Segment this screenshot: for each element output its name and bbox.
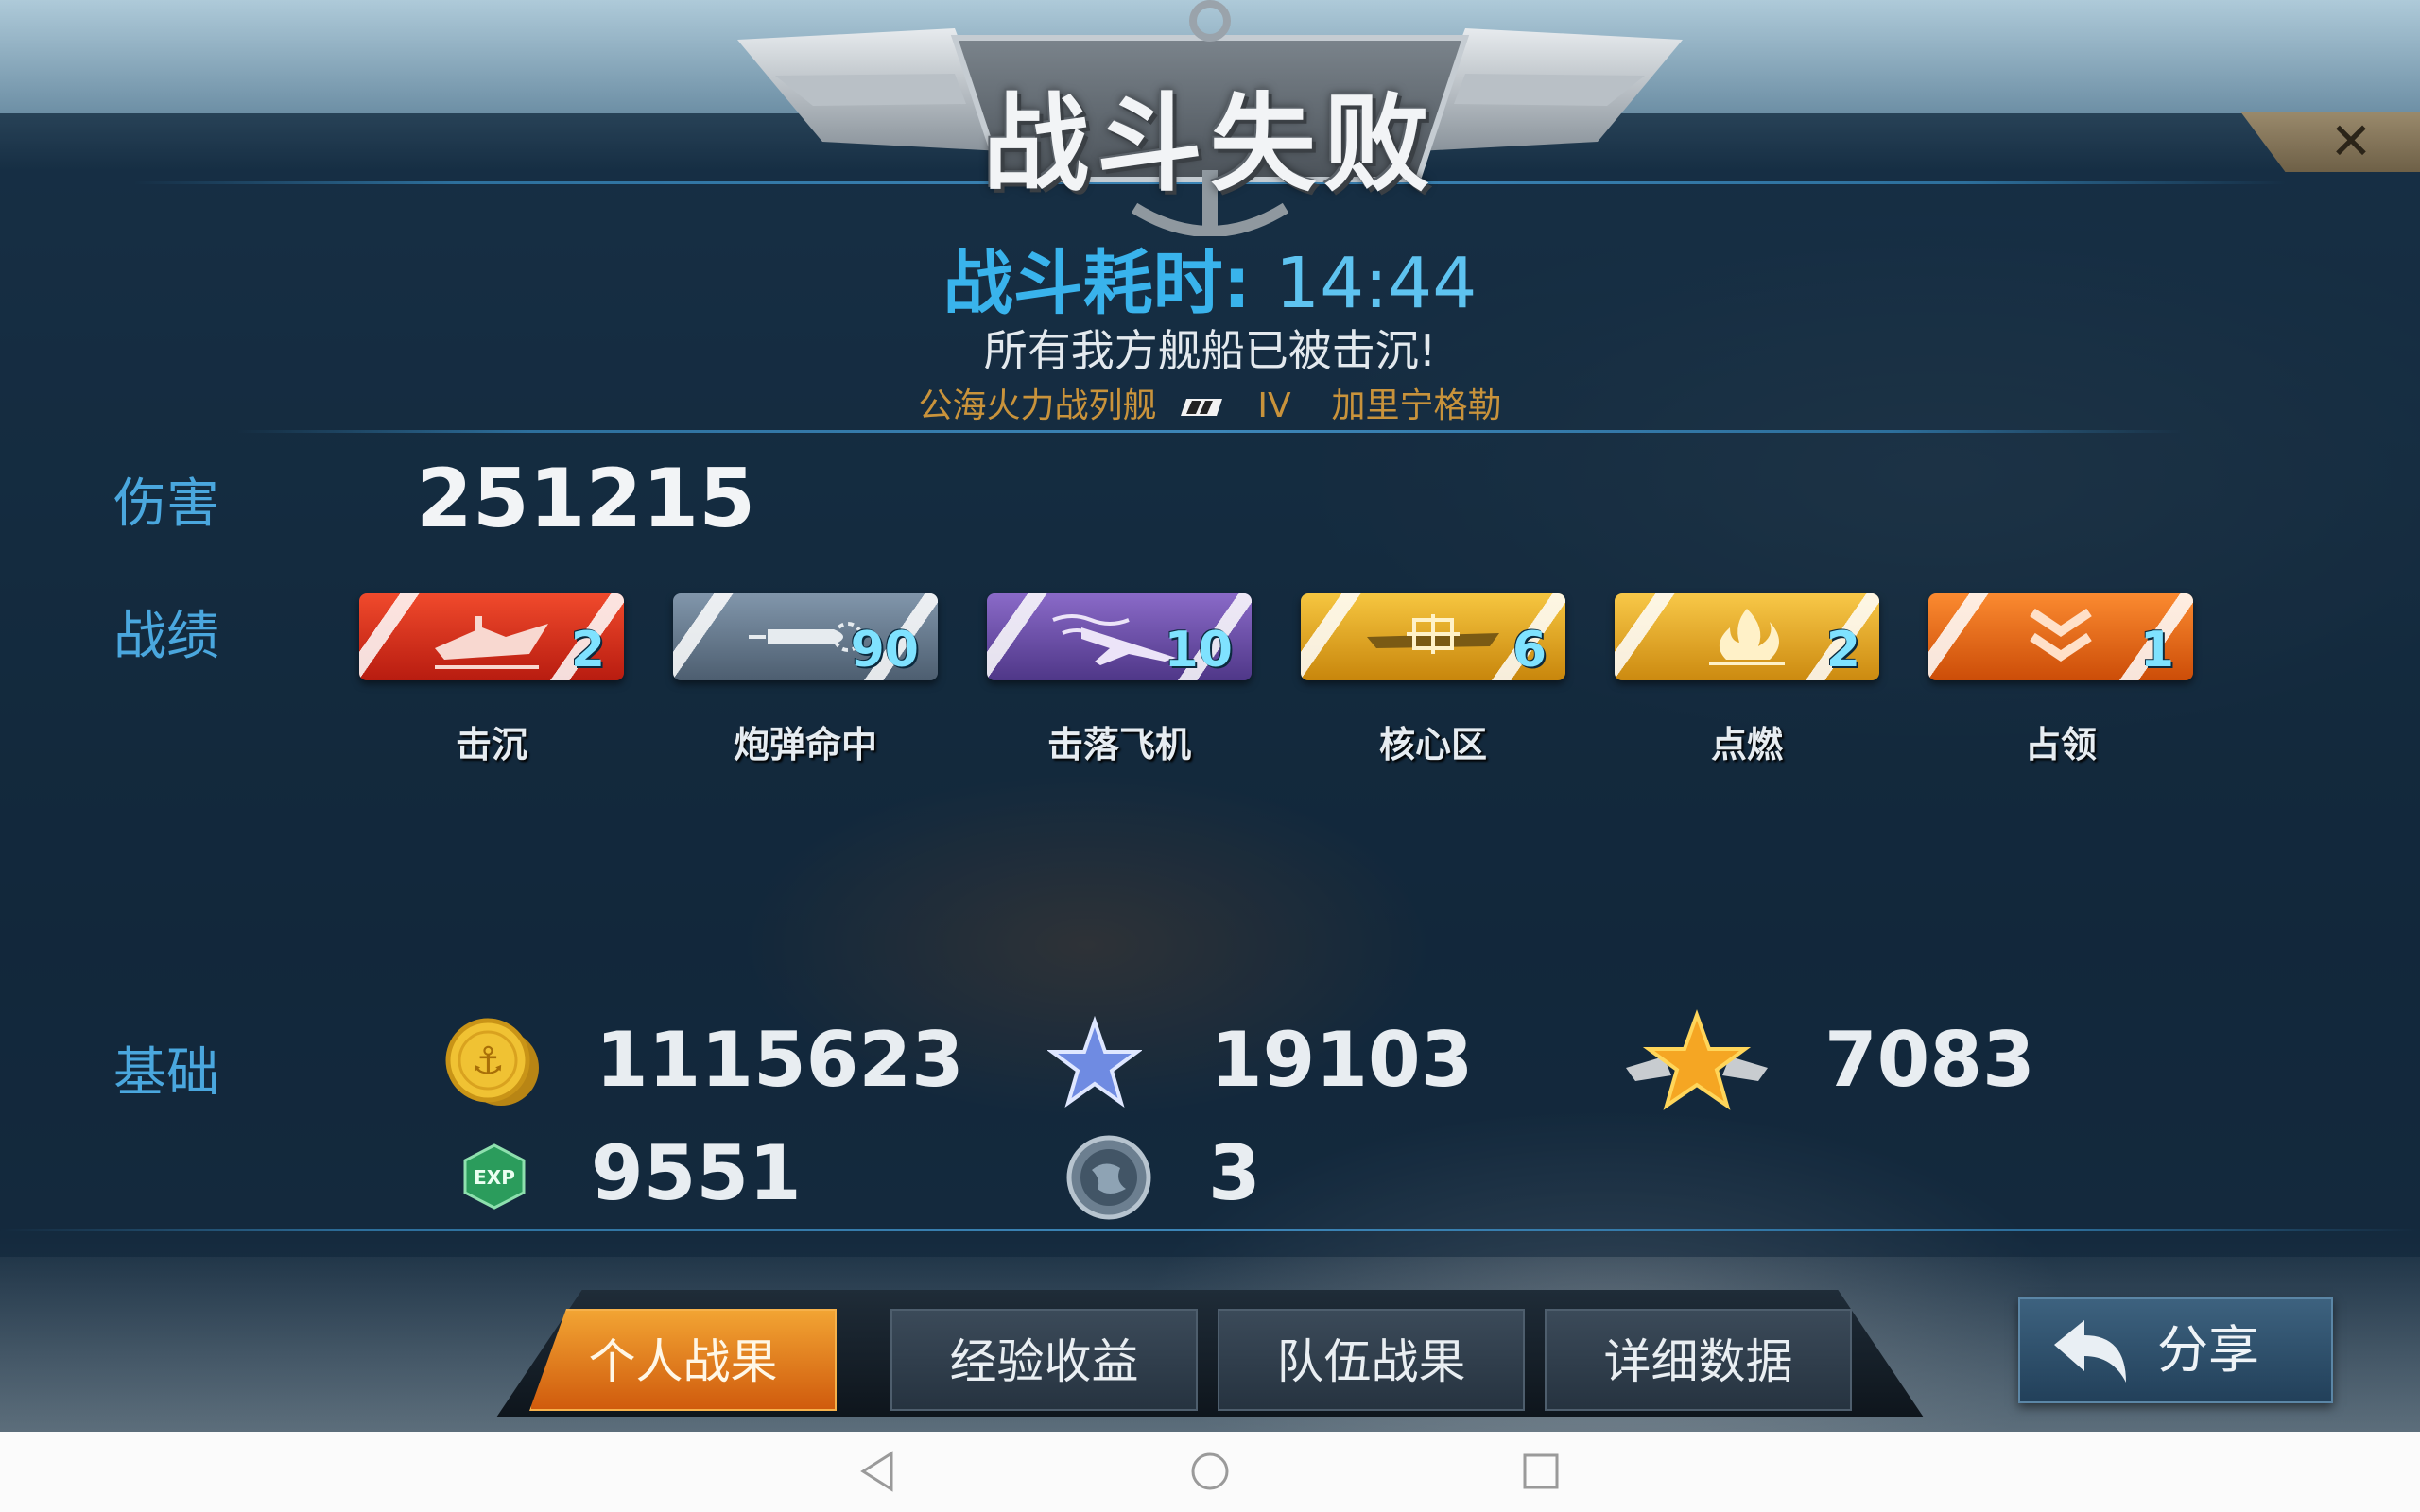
medal-points-value: 7083 (1824, 1016, 2035, 1104)
badge-count: 2 (570, 622, 605, 679)
exp-icon: EXP (463, 1143, 526, 1210)
sinking-ship-icon (435, 616, 548, 669)
silver-coin-icon: ⚓ (445, 1018, 539, 1106)
back-nav-icon[interactable] (856, 1448, 903, 1495)
capture-chevron-icon (2030, 608, 2092, 662)
ship-tier: IV (1257, 387, 1291, 425)
base-label: 基础 (113, 1042, 219, 1104)
star-points-icon (1047, 1016, 1142, 1108)
badge-count: 1 (2139, 622, 2174, 679)
duration-label: 战斗耗时: (942, 243, 1252, 324)
silver-value: 1115623 (596, 1016, 964, 1104)
badge-count: 2 (1825, 622, 1860, 679)
damage-value: 251215 (416, 452, 756, 546)
svg-text:EXP: EXP (474, 1166, 515, 1189)
record-label: 战绩 (113, 606, 219, 667)
tab-personal[interactable]: 个人战果 (529, 1309, 837, 1411)
badge-label-capture: 占领 (2024, 724, 2097, 765)
gold-star-medal-icon (1626, 1009, 1768, 1110)
battle-duration: 战斗耗时: 14:44 (0, 227, 2420, 328)
badge-capture: 1 (1928, 593, 2193, 680)
globe-value: 3 (1208, 1129, 1261, 1217)
badge-label-fire: 点燃 (1710, 724, 1783, 765)
battle-mode: 公海火力战列舰 (918, 387, 1157, 425)
badge-label-planes: 击落飞机 (1046, 724, 1191, 765)
share-button[interactable]: 分享 (2018, 1297, 2333, 1403)
close-icon[interactable]: ✕ (2318, 112, 2384, 172)
badge-planes: 10 (987, 593, 1252, 680)
badge-label-hits: 炮弹命中 (733, 724, 877, 765)
citadel-icon (1367, 614, 1499, 654)
badge-fire: 2 (1615, 593, 1879, 680)
badge-count: 90 (850, 622, 919, 679)
badge-label-citadel: 核心区 (1378, 724, 1487, 765)
tab-team[interactable]: 队伍战果 (1218, 1309, 1525, 1411)
tab-experience[interactable]: 经验收益 (890, 1309, 1198, 1411)
svg-text:⚓: ⚓ (471, 1040, 505, 1083)
battle-message: 所有我方舰船已被击沉! (983, 325, 1437, 376)
fire-icon (1709, 609, 1785, 665)
badge-sink: 2 (359, 593, 624, 680)
result-title: 战斗失败 (983, 83, 1437, 206)
exp-value: 9551 (591, 1129, 802, 1217)
damage-label: 伤害 (113, 473, 219, 535)
badge-hits: 90 (673, 593, 938, 680)
badge-count: 6 (1512, 622, 1547, 679)
info-divider (236, 430, 2184, 433)
nation-flag-icon (1180, 399, 1222, 416)
badge-label-sink: 击沉 (455, 724, 527, 765)
footer-divider (0, 1228, 2420, 1231)
share-arrow-icon (2054, 1320, 2126, 1383)
share-label: 分享 (2157, 1320, 2259, 1380)
badge-citadel: 6 (1301, 593, 1565, 680)
badge-count: 10 (1164, 622, 1233, 679)
ship-name: 加里宁格勒 (1331, 387, 1502, 425)
duration-value: 14:44 (1275, 243, 1478, 324)
ship-info: 公海火力战列舰 IV 加里宁格勒 (0, 378, 2420, 427)
home-nav-icon[interactable] (1186, 1448, 1234, 1495)
tab-details[interactable]: 详细数据 (1545, 1309, 1852, 1411)
star-points-value: 19103 (1210, 1016, 1474, 1104)
globe-icon (1066, 1135, 1151, 1220)
recents-nav-icon[interactable] (1517, 1448, 1564, 1495)
